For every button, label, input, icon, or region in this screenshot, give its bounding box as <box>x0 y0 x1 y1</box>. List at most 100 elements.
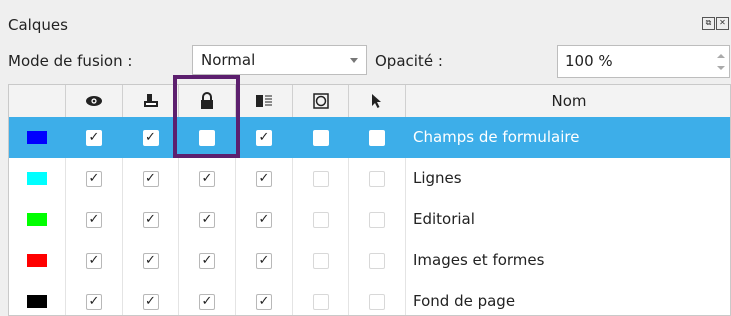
table-row[interactable]: ✓ ✓ ✓ ✓ Fond de page <box>9 281 730 315</box>
flow-around-checkbox-cell <box>293 240 349 281</box>
visible-checkbox-cell: ✓ <box>66 240 123 281</box>
print-checkbox-cell: ✓ <box>123 117 179 158</box>
outline-checkbox-cell: ✓ <box>236 199 293 240</box>
name-header-label: Nom <box>551 92 587 110</box>
flow-around-checkbox-cell <box>293 158 349 199</box>
layer-color-swatch[interactable] <box>27 213 47 226</box>
color-cell <box>9 117 66 158</box>
layer-color-swatch[interactable] <box>27 131 47 144</box>
layers-table: Nom ✓ ✓ ✓ Champs de formulaire ✓ ✓ ✓ ✓ Lignes ✓ ✓ ✓… <box>8 84 731 316</box>
table-row[interactable]: ✓ ✓ ✓ Champs de formulaire <box>9 117 730 158</box>
selectable-checkbox[interactable] <box>369 211 385 228</box>
visible-checkbox[interactable]: ✓ <box>86 129 102 146</box>
selectable-checkbox[interactable] <box>369 293 385 310</box>
float-icon[interactable]: ⧉ <box>702 17 715 30</box>
outline-checkbox[interactable]: ✓ <box>256 293 272 310</box>
lock-checkbox-cell: ✓ <box>179 240 236 281</box>
outline-checkbox[interactable]: ✓ <box>256 252 272 269</box>
visible-checkbox[interactable]: ✓ <box>86 211 102 228</box>
selectable-checkbox-cell <box>349 199 406 240</box>
flow-around-checkbox[interactable] <box>312 293 329 310</box>
spin-down-icon[interactable] <box>717 66 725 70</box>
flow-around-checkbox[interactable] <box>312 211 329 228</box>
lock-checkbox[interactable]: ✓ <box>199 293 215 310</box>
print-checkbox[interactable]: ✓ <box>142 293 159 310</box>
flow-around-checkbox[interactable] <box>312 129 329 146</box>
print-checkbox-cell: ✓ <box>123 240 179 281</box>
layer-name[interactable]: Editorial <box>407 199 475 240</box>
lock-checkbox[interactable] <box>199 129 215 146</box>
print-checkbox[interactable]: ✓ <box>142 129 159 146</box>
blend-mode-select[interactable]: Normal <box>192 45 367 75</box>
outline-checkbox-cell: ✓ <box>236 158 293 199</box>
color-cell <box>9 158 66 199</box>
print-icon[interactable] <box>123 85 179 117</box>
outline-checkbox[interactable]: ✓ <box>256 211 272 228</box>
eye-icon[interactable] <box>66 85 123 117</box>
flow-around-checkbox[interactable] <box>312 170 329 187</box>
outline-icon[interactable] <box>236 85 293 117</box>
print-checkbox[interactable]: ✓ <box>142 252 159 269</box>
flow-around-checkbox-cell <box>293 281 349 315</box>
outline-checkbox[interactable]: ✓ <box>256 170 272 187</box>
visible-checkbox[interactable]: ✓ <box>86 293 102 310</box>
outline-checkbox-cell: ✓ <box>236 117 293 158</box>
selectable-checkbox-cell <box>349 281 406 315</box>
outline-checkbox-cell: ✓ <box>236 281 293 315</box>
lock-checkbox-cell <box>179 117 236 158</box>
print-checkbox[interactable]: ✓ <box>142 170 159 187</box>
lock-checkbox[interactable]: ✓ <box>199 211 215 228</box>
layer-name[interactable]: Images et formes <box>407 240 544 281</box>
lock-icon[interactable] <box>179 85 236 117</box>
color-cell <box>9 281 66 315</box>
layer-color-swatch[interactable] <box>27 172 47 185</box>
print-checkbox-cell: ✓ <box>123 158 179 199</box>
blend-mode-value: Normal <box>201 51 256 69</box>
flow-around-checkbox-cell <box>293 117 349 158</box>
print-checkbox-cell: ✓ <box>123 199 179 240</box>
table-row[interactable]: ✓ ✓ ✓ ✓ Editorial <box>9 199 730 240</box>
flow-around-checkbox[interactable] <box>312 252 329 269</box>
visible-checkbox-cell: ✓ <box>66 281 123 315</box>
selectable-checkbox[interactable] <box>369 129 385 146</box>
visible-checkbox-cell: ✓ <box>66 158 123 199</box>
table-row[interactable]: ✓ ✓ ✓ ✓ Images et formes <box>9 240 730 281</box>
layer-color-swatch[interactable] <box>27 295 47 308</box>
lock-checkbox-cell: ✓ <box>179 281 236 315</box>
color-cell <box>9 199 66 240</box>
color-column-header[interactable] <box>9 85 66 117</box>
opacity-label: Opacité : <box>375 52 443 70</box>
opacity-value: 100 % <box>565 52 613 70</box>
opacity-spinbox[interactable]: 100 % <box>557 45 730 78</box>
table-row[interactable]: ✓ ✓ ✓ ✓ Lignes <box>9 158 730 199</box>
spin-up-icon[interactable] <box>717 54 725 58</box>
lock-checkbox-cell: ✓ <box>179 199 236 240</box>
selectable-checkbox-cell <box>349 240 406 281</box>
chevron-down-icon <box>350 58 358 63</box>
select-cursor-icon[interactable] <box>349 85 406 117</box>
color-cell <box>9 240 66 281</box>
layer-name[interactable]: Champs de formulaire <box>407 117 579 158</box>
close-icon[interactable]: ✕ <box>716 17 729 30</box>
table-header: Nom <box>9 85 730 118</box>
visible-checkbox[interactable]: ✓ <box>86 170 102 187</box>
visible-checkbox-cell: ✓ <box>66 199 123 240</box>
flow-around-checkbox-cell <box>293 199 349 240</box>
selectable-checkbox[interactable] <box>369 170 385 187</box>
print-checkbox[interactable]: ✓ <box>142 211 159 228</box>
flow-around-icon[interactable] <box>293 85 349 117</box>
lock-checkbox[interactable]: ✓ <box>199 252 215 269</box>
selectable-checkbox[interactable] <box>369 252 385 269</box>
name-column-header[interactable]: Nom <box>406 85 730 117</box>
layer-name[interactable]: Fond de page <box>407 281 515 315</box>
window-buttons: ⧉ ✕ <box>702 17 729 30</box>
outline-checkbox-cell: ✓ <box>236 240 293 281</box>
outline-checkbox[interactable]: ✓ <box>256 129 272 146</box>
layer-name[interactable]: Lignes <box>407 158 462 199</box>
visible-checkbox[interactable]: ✓ <box>86 252 102 269</box>
visible-checkbox-cell: ✓ <box>66 117 123 158</box>
blend-mode-label: Mode de fusion : <box>8 52 133 70</box>
lock-checkbox[interactable]: ✓ <box>199 170 215 187</box>
layer-color-swatch[interactable] <box>27 254 47 267</box>
print-checkbox-cell: ✓ <box>123 281 179 315</box>
